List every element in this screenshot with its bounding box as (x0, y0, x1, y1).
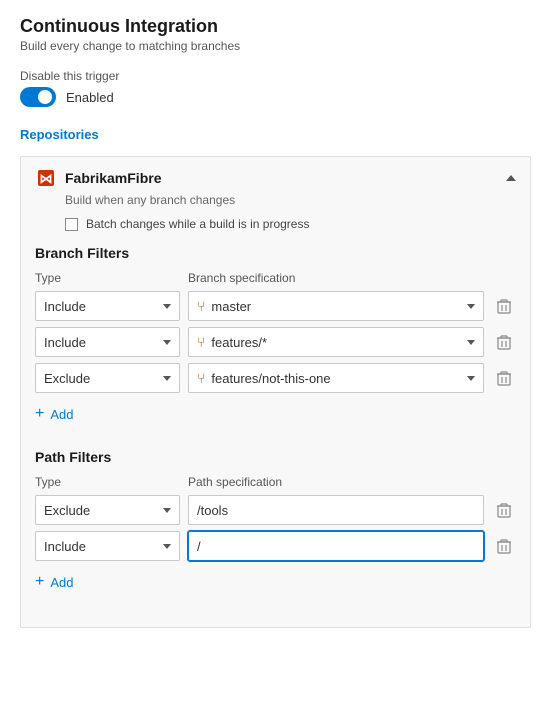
chevron-down-icon (163, 508, 171, 513)
chevron-down-icon (163, 544, 171, 549)
path-filter-row-1: Exclude (35, 495, 516, 525)
branch-icon-2: ⑂ (197, 334, 205, 350)
batch-checkbox[interactable] (65, 218, 78, 231)
delete-branch-filter-3[interactable] (492, 366, 516, 390)
path-type-select-2[interactable]: Include (35, 531, 180, 561)
branch-icon-3: ⑂ (197, 370, 205, 386)
delete-branch-filter-1[interactable] (492, 294, 516, 318)
repo-name: FabrikamFibre (65, 170, 498, 186)
delete-path-filter-1[interactable] (492, 498, 516, 522)
branch-type-value-2: Include (44, 335, 86, 350)
branch-type-value-1: Include (44, 299, 86, 314)
path-spec-input-2[interactable] (188, 531, 484, 561)
chevron-down-icon (163, 340, 171, 345)
branch-filter-row: Include ⑂ master (35, 291, 516, 321)
add-path-label: Add (50, 575, 73, 590)
branch-type-col-header: Type (35, 271, 180, 285)
path-spec-col-header: Path specification (188, 475, 282, 489)
path-type-select-1[interactable]: Exclude (35, 495, 180, 525)
batch-checkbox-label: Batch changes while a build is in progre… (86, 217, 309, 231)
path-spec-input-1[interactable] (188, 495, 484, 525)
page-title: Continuous Integration (20, 16, 531, 37)
delete-path-filter-2[interactable] (492, 534, 516, 558)
branch-filters-section: Branch Filters Type Branch specification… (35, 245, 516, 429)
repository-container: ⋈ FabrikamFibre Build when any branch ch… (20, 156, 531, 628)
add-path-filter-btn[interactable]: + Add (35, 567, 516, 597)
branch-filter-row: Include ⑂ features/* (35, 327, 516, 357)
trigger-section: Disable this trigger Enabled (20, 69, 531, 107)
branch-spec-value-2: features/* (211, 335, 267, 350)
branch-icon-1: ⑂ (197, 298, 205, 314)
branch-spec-select-2[interactable]: ⑂ features/* (188, 327, 484, 357)
svg-text:⋈: ⋈ (40, 171, 53, 186)
plus-icon: + (35, 405, 44, 423)
branch-type-value-3: Exclude (44, 371, 90, 386)
branch-type-select-1[interactable]: Include (35, 291, 180, 321)
branch-type-select-3[interactable]: Exclude (35, 363, 180, 393)
toggle-state-label: Enabled (66, 90, 114, 105)
add-branch-filter-btn[interactable]: + Add (35, 399, 516, 429)
delete-branch-filter-2[interactable] (492, 330, 516, 354)
branch-spec-col-header: Branch specification (188, 271, 295, 285)
path-type-value-2: Include (44, 539, 86, 554)
path-filters-section: Path Filters Type Path specification Exc… (35, 449, 516, 597)
branch-spec-value-1: master (211, 299, 251, 314)
branch-spec-select-1[interactable]: ⑂ master (188, 291, 484, 321)
enable-toggle[interactable] (20, 87, 56, 107)
branch-filters-title: Branch Filters (35, 245, 516, 261)
plus-icon-path: + (35, 573, 44, 591)
chevron-down-icon (163, 304, 171, 309)
branch-filter-row: Exclude ⑂ features/not-this-one (35, 363, 516, 393)
disable-trigger-label: Disable this trigger (20, 69, 531, 83)
add-branch-label: Add (50, 407, 73, 422)
branch-type-select-2[interactable]: Include (35, 327, 180, 357)
branch-spec-value-3: features/not-this-one (211, 371, 330, 386)
repo-icon: ⋈ (35, 167, 57, 189)
repositories-heading: Repositories (20, 127, 531, 144)
path-filter-row-2: Include (35, 531, 516, 561)
branch-spec-select-3[interactable]: ⑂ features/not-this-one (188, 363, 484, 393)
chevron-down-icon (467, 376, 475, 381)
chevron-down-icon (467, 304, 475, 309)
repo-subtitle: Build when any branch changes (65, 193, 516, 207)
page-subtitle: Build every change to matching branches (20, 39, 531, 53)
chevron-down-icon (163, 376, 171, 381)
chevron-down-icon (467, 340, 475, 345)
path-type-value-1: Exclude (44, 503, 90, 518)
path-type-col-header: Type (35, 475, 180, 489)
collapse-icon[interactable] (506, 175, 516, 181)
path-filters-title: Path Filters (35, 449, 516, 465)
